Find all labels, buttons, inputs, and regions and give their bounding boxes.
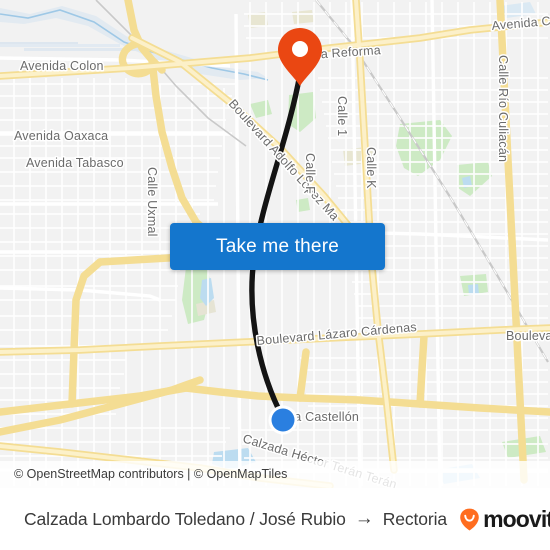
moovit-wordmark: moovit [483,505,550,532]
route-destination-label: Rectoria [382,508,448,529]
map-label: Calle Río Culiacán [496,55,510,162]
route-footer: Calzada Lombardo Toledano / José Rubio →… [0,488,550,550]
route-origin-label: Calzada Lombardo Toledano / José Rubio [24,508,346,529]
map-label: Calle K [364,147,378,189]
route-summary: Calzada Lombardo Toledano / José Rubio →… [24,509,447,530]
moovit-route-preview: Avenida Colon Avenida Oaxaca Avenida Tab… [0,0,550,550]
map-label: Boulevar [506,329,550,343]
map-label: Avenida Tabasco [26,156,124,170]
arrow-right-icon: → [354,507,374,529]
origin-stop-dot[interactable] [268,405,298,435]
map-label: Calle 1 [335,96,349,136]
map-label: Calle Uxmal [145,167,159,237]
map-label: Avenida Oaxaca [14,129,108,143]
take-me-there-button[interactable]: Take me there [170,223,385,270]
map-label: Avenida Colon [20,59,104,73]
map-attribution[interactable]: © OpenStreetMap contributors | © OpenMap… [0,461,550,488]
moovit-pin-icon [460,508,479,531]
map-label: Calle F [303,153,317,194]
moovit-brand[interactable]: moovit [457,506,550,533]
map-canvas[interactable]: Avenida Colon Avenida Oaxaca Avenida Tab… [0,0,550,488]
